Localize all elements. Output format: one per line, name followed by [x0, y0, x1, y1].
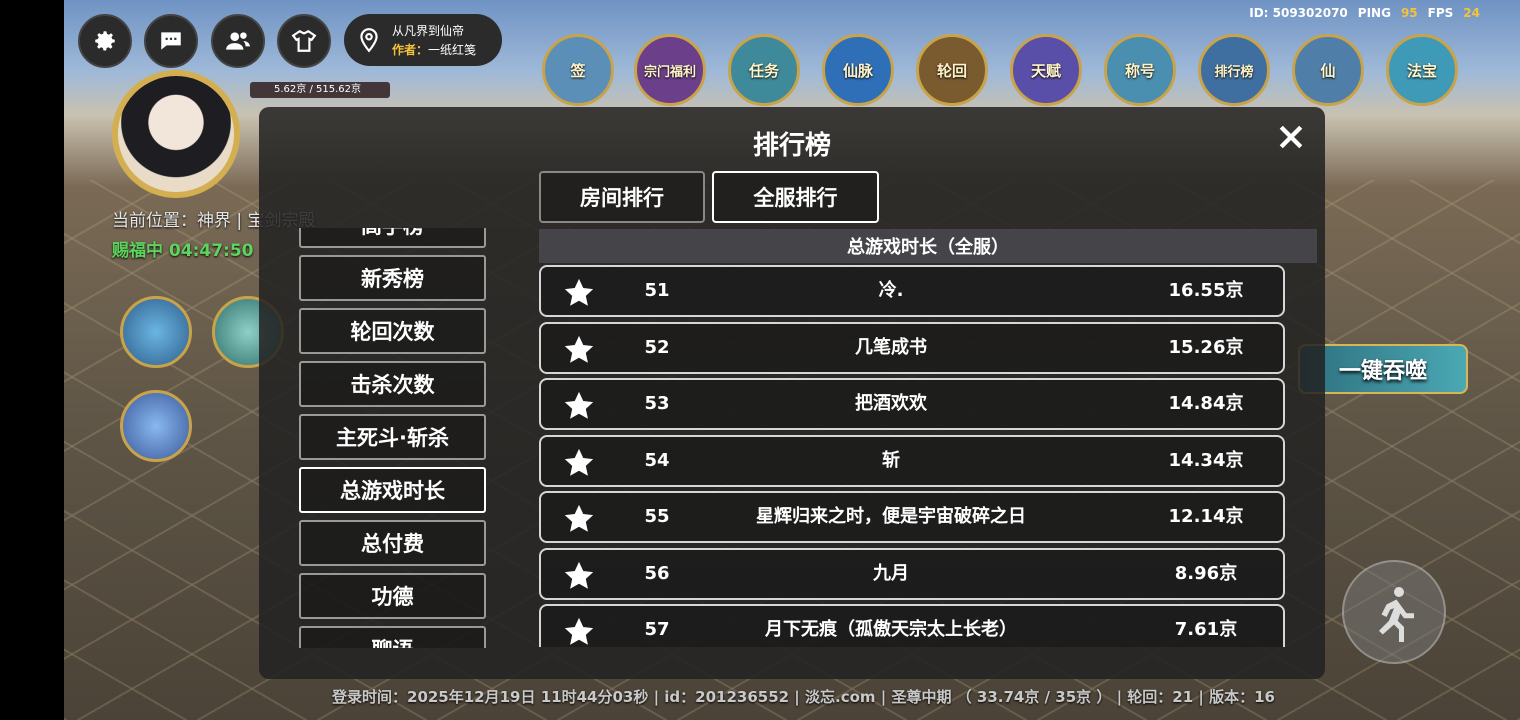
ranking-list[interactable]: 51 冷. 16.55京 52 几笔成书 15.26京 53 把酒欢欢 14.8…: [539, 265, 1285, 647]
sign-in-button[interactable]: 签: [542, 34, 614, 106]
category-item[interactable]: 击杀次数: [299, 361, 486, 407]
chat-button[interactable]: [144, 14, 198, 68]
category-item[interactable]: 总游戏时长: [299, 467, 486, 513]
running-icon: [1379, 587, 1414, 642]
category-item[interactable]: 聊语: [299, 626, 486, 648]
ranking-row[interactable]: 53 把酒欢欢 14.84京: [539, 378, 1285, 430]
leaderboard-button[interactable]: 排行榜: [1198, 34, 1270, 106]
player-name: 冷.: [878, 280, 904, 301]
skill-slot-1[interactable]: [120, 296, 192, 368]
category-list[interactable]: 高手榜 新秀榜 轮回次数 击杀次数 主死斗·斩杀 总游戏时长 总付费 功德 聊语: [299, 228, 486, 648]
playtime-value: 14.34京: [1168, 450, 1244, 471]
category-item[interactable]: 轮回次数: [299, 308, 486, 354]
star-icon: [561, 333, 597, 367]
ranking-row[interactable]: 51 冷. 16.55京: [539, 265, 1285, 317]
reincarnation-button[interactable]: 轮回: [916, 34, 988, 106]
modal-title: 排行榜: [752, 131, 831, 161]
immortal-vein-button[interactable]: 仙脉: [822, 34, 894, 106]
hp-bar: 5.62京 / 515.62京: [250, 82, 390, 98]
playtime-value: 15.26京: [1168, 337, 1244, 358]
star-icon: [561, 502, 597, 536]
rank-number: 56: [644, 563, 670, 584]
status-footer: 登录时间：2025年12月19日 11时44分03秒 | id：20123655…: [332, 688, 1275, 706]
shirt-icon: [291, 29, 317, 52]
star-icon: [561, 389, 597, 423]
rank-number: 52: [644, 337, 670, 358]
playtime-value: 7.61京: [1174, 619, 1238, 640]
category-item[interactable]: 新秀榜: [299, 255, 486, 301]
settings-button[interactable]: [78, 14, 132, 68]
skill-slot-3[interactable]: [120, 390, 192, 462]
ping-label: PING: [1357, 6, 1391, 20]
rank-number: 53: [644, 393, 670, 414]
category-item[interactable]: 功德: [299, 573, 486, 619]
close-button[interactable]: [1271, 117, 1311, 157]
blessing-timer: 赐福中 04:47:50: [112, 241, 254, 261]
friends-button[interactable]: [211, 14, 265, 68]
fps-label: FPS: [1427, 6, 1454, 20]
sect-welfare-button[interactable]: 宗门福利: [634, 34, 706, 106]
quest-button[interactable]: 任务: [728, 34, 800, 106]
tab-server-ranking[interactable]: 全服排行: [712, 171, 879, 223]
star-icon: [561, 615, 597, 647]
category-item[interactable]: 总付费: [299, 520, 486, 566]
rank-number: 57: [644, 619, 670, 640]
player-name: 几笔成书: [855, 337, 927, 358]
network-stats: ID: 509302070 PING 95 FPS 24: [1249, 6, 1480, 20]
playtime-value: 8.96京: [1174, 563, 1238, 584]
star-icon: [561, 276, 597, 310]
list-header: 总游戏时长（全服）: [539, 229, 1317, 263]
author-name: 一纸红笺: [428, 43, 477, 57]
player-name: 九月: [873, 563, 909, 584]
ranking-row[interactable]: 56 九月 8.96京: [539, 548, 1285, 600]
playtime-value: 14.84京: [1168, 393, 1244, 414]
star-icon: [561, 446, 597, 480]
ranking-row[interactable]: 55 星辉归来之时，便是宇宙破碎之日 12.14京: [539, 491, 1285, 543]
player-name: 星辉归来之时，便是宇宙破碎之日: [756, 506, 1026, 527]
star-icon: [561, 559, 597, 593]
rank-number: 51: [644, 280, 670, 301]
immortal-button[interactable]: 仙: [1292, 34, 1364, 106]
tab-room-ranking[interactable]: 房间排行: [539, 171, 705, 223]
hp-text: 5.62京 / 515.62京: [274, 84, 361, 95]
player-name: 把酒欢欢: [855, 393, 927, 414]
users-icon: [226, 32, 250, 50]
close-icon: [1279, 125, 1303, 149]
gear-icon: [95, 31, 115, 51]
wardrobe-button[interactable]: [277, 14, 331, 68]
player-id: ID: 509302070: [1249, 6, 1348, 20]
player-name: 月下无痕（孤傲天宗太上长老）: [765, 619, 1017, 640]
player-name: 斩: [882, 450, 900, 471]
fps-value: 24: [1463, 6, 1480, 20]
treasure-button[interactable]: 法宝: [1386, 34, 1458, 106]
chat-icon: [161, 32, 181, 50]
rank-number: 54: [644, 450, 670, 471]
playtime-value: 12.14京: [1168, 506, 1244, 527]
map-info-panel[interactable]: 从凡界到仙帝 作者：一纸红笺: [344, 14, 502, 66]
title-button[interactable]: 称号: [1104, 34, 1176, 106]
category-item[interactable]: 高手榜: [299, 228, 486, 248]
ranking-row[interactable]: 57 月下无痕（孤傲天宗太上长老） 7.61京: [539, 604, 1285, 647]
leaderboard-modal: 排行榜 房间排行 全服排行 高手榜 新秀榜 轮回次数 击杀次数 主死斗·斩杀 总…: [259, 107, 1325, 679]
ranking-row[interactable]: 54 斩 14.34京: [539, 435, 1285, 487]
playtime-value: 16.55京: [1168, 280, 1244, 301]
player-avatar[interactable]: [112, 70, 240, 198]
ping-value: 95: [1400, 6, 1418, 20]
author-label: 作者：: [392, 43, 429, 57]
category-item[interactable]: 主死斗·斩杀: [299, 414, 486, 460]
talent-button[interactable]: 天赋: [1010, 34, 1082, 106]
map-name: 从凡界到仙帝: [392, 24, 465, 38]
map-pin-icon: [360, 28, 378, 53]
sprint-button[interactable]: [1342, 560, 1446, 664]
ranking-row[interactable]: 52 几笔成书 15.26京: [539, 322, 1285, 374]
rank-number: 55: [644, 506, 670, 527]
